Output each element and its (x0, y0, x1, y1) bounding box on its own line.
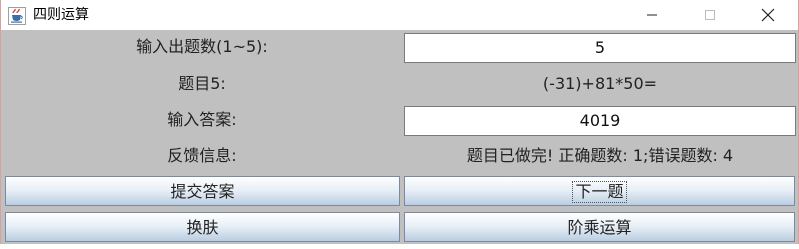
count-input[interactable] (404, 33, 796, 63)
feedback-text: 题目已做完! 正确题数: 1;错误题数: 4 (466, 146, 734, 165)
change-skin-button[interactable]: 换肤 (5, 212, 400, 242)
factorial-button[interactable]: 阶乘运算 (404, 212, 795, 242)
answer-label: 输入答案: (167, 110, 237, 129)
close-button[interactable] (745, 0, 791, 30)
form-panel: 输入出题数(1~5): 题目5: (-31)+81*50= 输入答案: 反馈信息… (2, 30, 797, 249)
minimize-icon (647, 14, 657, 16)
minimize-button[interactable] (629, 0, 675, 30)
next-question-label: 下一题 (572, 181, 627, 203)
title-bar: 四则运算 (1, 0, 798, 30)
feedback-label: 反馈信息: (167, 146, 237, 165)
window-title: 四则运算 (33, 7, 89, 23)
bottom-edge (0, 244, 799, 249)
app-window: 四则运算 输入出题数(1~5): 题目5: (-31)+81*50= 输入答案:… (0, 0, 799, 249)
question-text: (-31)+81*50= (542, 74, 658, 93)
question-label: 题目5: (178, 74, 226, 93)
close-icon (761, 8, 775, 22)
java-cup-icon (8, 7, 26, 25)
maximize-button[interactable] (687, 0, 733, 30)
maximize-icon (705, 10, 715, 20)
submit-answer-button[interactable]: 提交答案 (5, 176, 400, 206)
count-label: 输入出题数(1~5): (136, 37, 268, 56)
answer-input[interactable] (404, 106, 796, 136)
next-question-button[interactable]: 下一题 (404, 176, 795, 206)
